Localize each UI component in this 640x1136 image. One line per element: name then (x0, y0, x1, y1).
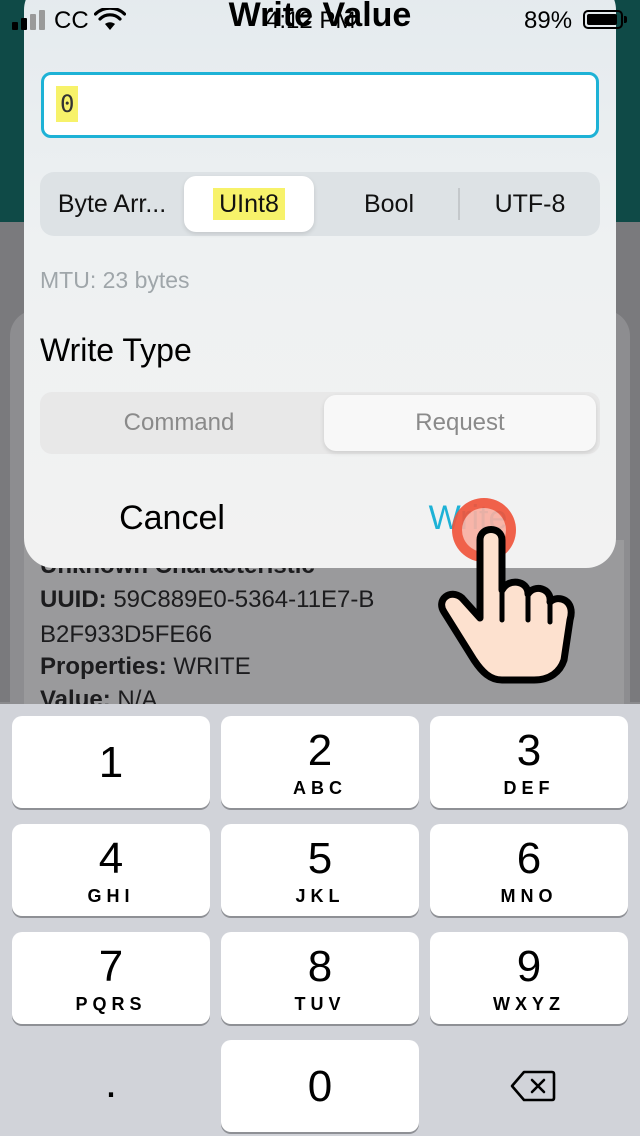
write-value-dialog: Write Value 0 Byte Arr... UInt8 Bool UTF… (24, 0, 616, 568)
key-letters: DEF (503, 778, 555, 798)
key-7[interactable]: 7 PQRS (12, 932, 210, 1024)
key-2[interactable]: 2 ABC (221, 716, 419, 808)
key-6[interactable]: 6 MNO (430, 824, 628, 916)
write-type-segmented-control: Command Request (40, 392, 600, 454)
value-input[interactable]: 0 (41, 72, 599, 138)
backspace-icon (510, 1070, 556, 1102)
key-letters: JKL (295, 886, 345, 906)
key-digit: 9 (516, 942, 542, 991)
key-letters: WXYZ (493, 994, 565, 1014)
characteristic-uuid-cont: B2F933D5FE66 (40, 621, 213, 648)
battery-icon (583, 10, 627, 29)
numeric-keypad: 1 2 ABC 3 DEF 4 GHI 5 JKL 6 MNO 7 PQRS 8… (0, 704, 640, 1136)
key-digit: 4 (98, 834, 124, 883)
key-4[interactable]: 4 GHI (12, 824, 210, 916)
key-letters: TUV (294, 994, 346, 1014)
cancel-button[interactable]: Cancel (24, 490, 320, 546)
key-decimal[interactable]: . (12, 1040, 210, 1132)
segment-bool[interactable]: Bool (322, 172, 456, 236)
carrier-name: CC (54, 7, 89, 34)
key-delete[interactable] (430, 1040, 628, 1132)
uint8-label: UInt8 (213, 188, 285, 220)
input-value: 0 (56, 86, 79, 122)
segment-request[interactable]: Request (324, 392, 596, 454)
key-digit: 7 (98, 942, 124, 991)
key-digit: 6 (516, 834, 542, 883)
key-5[interactable]: 5 JKL (221, 824, 419, 916)
write-type-label: Write Type (40, 332, 192, 368)
key-8[interactable]: 8 TUV (221, 932, 419, 1024)
key-3[interactable]: 3 DEF (430, 716, 628, 808)
key-letters: ABC (293, 778, 347, 798)
characteristic-properties: Properties: WRITE (40, 653, 251, 680)
key-letters: MNO (500, 886, 558, 906)
key-0[interactable]: 0 (221, 1040, 419, 1132)
key-digit: 8 (307, 942, 333, 991)
mtu-label: MTU: 23 bytes (40, 267, 190, 293)
key-digit: 2 (307, 726, 333, 775)
pointing-hand-icon (438, 526, 575, 684)
key-digit: 1 (98, 738, 124, 787)
wifi-icon (94, 8, 126, 30)
key-letters: PQRS (75, 994, 147, 1014)
key-letters: GHI (87, 886, 135, 906)
key-digit: 0 (307, 1062, 333, 1111)
signal-icon (12, 10, 52, 30)
status-time: 4:12 PM (266, 7, 356, 34)
characteristic-uuid: UUID: 59C889E0-5364-11E7-B (40, 586, 375, 613)
key-digit: . (104, 1058, 118, 1107)
key-digit: 3 (516, 726, 542, 775)
key-1[interactable]: 1 (12, 716, 210, 808)
status-bar: CC 4:12 PM 89% (0, 0, 640, 40)
segment-byte-array[interactable]: Byte Arr... (40, 172, 184, 236)
data-type-segmented-control: Byte Arr... UInt8 Bool UTF-8 (40, 172, 600, 236)
segment-command[interactable]: Command (40, 392, 318, 454)
key-digit: 5 (307, 834, 333, 883)
battery-percent: 89% (524, 7, 573, 34)
key-9[interactable]: 9 WXYZ (430, 932, 628, 1024)
segment-uint8[interactable]: UInt8 (184, 172, 314, 236)
segment-utf8[interactable]: UTF-8 (460, 172, 600, 236)
